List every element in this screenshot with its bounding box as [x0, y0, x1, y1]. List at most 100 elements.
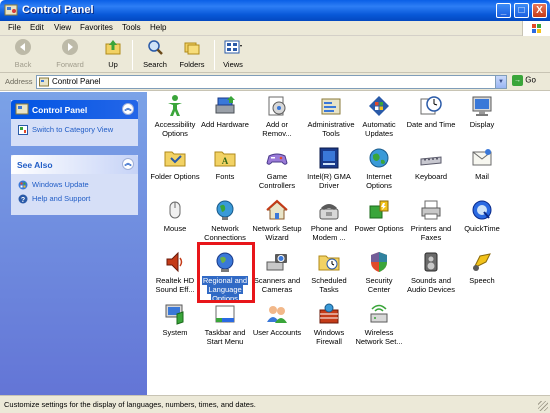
- internet-options-item[interactable]: Internet Options: [352, 146, 406, 190]
- go-label: Go: [525, 75, 536, 85]
- game-controllers-item[interactable]: Game Controllers: [250, 146, 304, 190]
- item-label: Cameras: [261, 285, 293, 294]
- item-label: Sounds and: [410, 276, 452, 285]
- menu-edit[interactable]: Edit: [30, 23, 44, 32]
- taskbar-and-start-menu-item[interactable]: Taskbar and Start Menu: [198, 302, 252, 346]
- add-hardware-item[interactable]: Add Hardware: [198, 94, 252, 138]
- network-setup-wizard-item[interactable]: Network Setup Wizard: [250, 198, 304, 242]
- item-label: Tasks: [319, 285, 339, 294]
- administrative-tools-item[interactable]: Administrative Tools: [304, 94, 358, 138]
- speech-item[interactable]: Speech: [455, 250, 509, 294]
- switch-to-category-view-link[interactable]: Switch to Category View: [18, 125, 131, 139]
- accessibility-options-item[interactable]: Accessibility Options: [148, 94, 202, 138]
- item-label: Automatic: [362, 120, 396, 129]
- scanners-and-cameras-item[interactable]: Scanners and Cameras: [250, 250, 304, 294]
- views-button[interactable]: Views: [220, 38, 246, 69]
- item-label: Center: [367, 285, 391, 294]
- item-label: Power Options: [354, 224, 404, 233]
- folder-options-item[interactable]: Folder Options: [148, 146, 202, 190]
- help-and-support-label: Help and Support: [32, 194, 91, 203]
- item-label: Wizard: [265, 233, 289, 242]
- forward-label: Forward: [56, 60, 84, 69]
- item-label: Display: [469, 120, 495, 129]
- help-and-support-link[interactable]: ? Help and Support: [18, 194, 131, 208]
- automatic-updates-item[interactable]: Automatic Updates: [352, 94, 406, 138]
- security-center-item[interactable]: Security Center: [352, 250, 406, 294]
- control-panel-icon: [15, 103, 29, 115]
- up-button[interactable]: Up: [102, 38, 124, 69]
- scheduled-tasks-item[interactable]: Scheduled Tasks: [302, 250, 356, 294]
- switch-to-category-view-label: Switch to Category View: [32, 125, 114, 134]
- intel-gma-driver-item[interactable]: Intel(R) GMA Driver: [302, 146, 356, 190]
- back-button[interactable]: Back: [6, 38, 40, 69]
- menu-help[interactable]: Help: [150, 23, 166, 32]
- title-bar[interactable]: Control Panel _ □ X: [0, 0, 550, 21]
- windows-update-link[interactable]: Windows Update: [18, 180, 131, 194]
- control-panel-box-title: Control Panel: [32, 105, 88, 115]
- item-label: Options: [162, 129, 188, 138]
- item-label: Administrative: [307, 120, 355, 129]
- intel-gma-icon: [319, 147, 339, 169]
- maximize-button[interactable]: □: [514, 3, 529, 18]
- forward-button[interactable]: Forward: [52, 38, 88, 69]
- taskbar-icon: [215, 305, 235, 323]
- menu-favorites[interactable]: Favorites: [80, 23, 113, 32]
- go-button[interactable]: → Go: [512, 75, 536, 89]
- user-accounts-item[interactable]: User Accounts: [250, 302, 304, 346]
- up-label: Up: [108, 60, 118, 69]
- printers-and-faxes-item[interactable]: Printers and Faxes: [404, 198, 458, 242]
- fonts-item[interactable]: A Fonts: [198, 146, 252, 190]
- address-input[interactable]: Control Panel: [36, 75, 507, 89]
- display-item[interactable]: Display: [455, 94, 509, 138]
- back-label: Back: [14, 60, 32, 69]
- status-bar: Customize settings for the display of la…: [0, 395, 550, 413]
- wireless-network-icon: [370, 304, 388, 323]
- item-label: Audio Devices: [407, 285, 455, 294]
- menu-view[interactable]: View: [54, 23, 71, 32]
- close-button[interactable]: X: [532, 3, 547, 18]
- windows-firewall-item[interactable]: Windows Firewall: [302, 302, 356, 346]
- mouse-icon: [169, 201, 181, 219]
- mail-item[interactable]: Mail: [455, 146, 509, 190]
- system-computer-icon: [165, 304, 184, 325]
- realtek-hd-sound-effect-manager-item[interactable]: Realtek HD Sound Eff...: [148, 250, 202, 294]
- item-label: Printers and: [410, 224, 452, 233]
- power-options-item[interactable]: Power Options: [352, 198, 406, 242]
- minimize-button[interactable]: _: [496, 3, 511, 18]
- menu-file[interactable]: File: [8, 23, 21, 32]
- sounds-and-audio-devices-item[interactable]: Sounds and Audio Devices: [404, 250, 458, 294]
- item-label: Accessibility: [154, 120, 196, 129]
- collapse-chevron-icon[interactable]: ︽: [122, 158, 134, 170]
- menu-tools[interactable]: Tools: [122, 23, 141, 32]
- keyboard-item[interactable]: Keyboard: [404, 146, 458, 190]
- fonts-folder-icon: A: [214, 151, 236, 167]
- toolbar: Back Forward Up Search Folders Views: [0, 36, 550, 73]
- add-or-remove-programs-item[interactable]: Add or Remov...: [250, 94, 304, 138]
- mouse-item[interactable]: Mouse: [148, 198, 202, 242]
- control-panel-box-header[interactable]: Control Panel ︽: [11, 100, 138, 119]
- address-dropdown-button[interactable]: ▼: [495, 75, 507, 89]
- item-label: Mouse: [163, 224, 187, 233]
- firewall-icon: [319, 303, 339, 324]
- item-label: Modem ...: [312, 233, 346, 242]
- mail-icon: [472, 149, 492, 166]
- see-also-title: See Also: [17, 160, 53, 170]
- add-hardware-icon: [215, 96, 235, 114]
- wireless-network-setup-wizard-item[interactable]: Wireless Network Set...: [352, 302, 406, 346]
- folders-button[interactable]: Folders: [176, 38, 208, 69]
- system-item[interactable]: System: [148, 302, 202, 346]
- item-label: Intel(R) GMA: [307, 172, 351, 181]
- item-label: Updates: [365, 129, 393, 138]
- search-button[interactable]: Search: [140, 38, 170, 69]
- realtek-speaker-icon: [166, 251, 183, 273]
- collapse-chevron-icon[interactable]: ︽: [122, 103, 134, 115]
- quicktime-item[interactable]: QuickTime: [455, 198, 509, 242]
- phone-and-modem-item[interactable]: Phone and Modem ...: [302, 198, 356, 242]
- item-label: Driver: [319, 181, 339, 190]
- date-and-time-item[interactable]: Date and Time: [404, 94, 458, 138]
- search-label: Search: [143, 60, 167, 69]
- see-also-header[interactable]: See Also ︽: [11, 155, 138, 174]
- resize-grip-icon[interactable]: [538, 401, 548, 411]
- item-label: Connections: [204, 233, 246, 242]
- network-connections-item[interactable]: Network Connections: [198, 198, 252, 242]
